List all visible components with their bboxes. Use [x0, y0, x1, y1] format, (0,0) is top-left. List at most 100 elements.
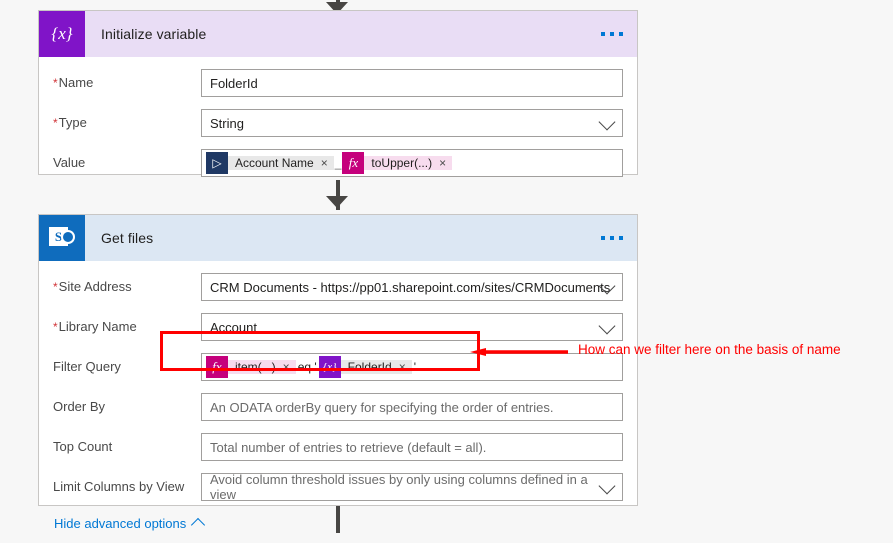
- field-label-limit-columns-by-view: Limit Columns by View: [53, 479, 201, 495]
- variable-braces-glyph: {x}: [322, 361, 337, 373]
- field-label-value: Value: [53, 155, 201, 171]
- field-row-limit-columns-by-view: Limit Columns by View Avoid column thres…: [53, 471, 623, 503]
- token-remove-icon[interactable]: ×: [321, 156, 328, 170]
- field-label-name: *Name: [53, 75, 201, 91]
- card-title-get-files: Get files: [101, 230, 154, 246]
- variable-braces-icon: {x}: [318, 356, 341, 378]
- input-variable-name-value: FolderId: [210, 75, 258, 91]
- menu-dot: [601, 32, 605, 36]
- input-order-by[interactable]: An ODATA orderBy query for specifying th…: [201, 393, 623, 421]
- card-menu-button-get-files[interactable]: [601, 236, 623, 240]
- menu-dot: [601, 236, 605, 240]
- flow-logo-icon: ▷: [206, 152, 228, 174]
- fx-icon: fx: [342, 152, 365, 174]
- field-label-type: *Type: [53, 115, 201, 131]
- sharepoint-icon-circle: [61, 230, 75, 244]
- field-label-text: Limit Columns by View: [53, 479, 185, 494]
- field-row-top-count: Top Count Total number of entries to ret…: [53, 431, 623, 463]
- token-folderid-variable[interactable]: {x} FolderId ×: [318, 356, 412, 378]
- token-remove-icon[interactable]: ×: [439, 156, 446, 170]
- sharepoint-icon: S: [39, 215, 85, 261]
- menu-dot: [610, 32, 614, 36]
- dropdown-variable-type-value: String: [210, 115, 244, 131]
- required-marker: *: [53, 320, 58, 334]
- input-top-count[interactable]: Total number of entries to retrieve (def…: [201, 433, 623, 461]
- required-marker: *: [53, 76, 58, 90]
- variable-braces-glyph: {x}: [51, 24, 73, 43]
- input-variable-name[interactable]: FolderId: [201, 69, 623, 97]
- field-row-filter-query: Filter Query fx item(...) × eq ' {x} Fol…: [53, 351, 623, 383]
- field-label-text: Value: [53, 155, 86, 170]
- fx-glyph: fx: [348, 155, 359, 170]
- field-label-text: Site Address: [58, 279, 132, 294]
- card-initialize-variable[interactable]: {x} Initialize variable *Name FolderId *…: [38, 10, 638, 177]
- hide-advanced-options-label: Hide advanced options: [54, 516, 187, 531]
- input-order-by-placeholder: An ODATA orderBy query for specifying th…: [210, 399, 554, 415]
- card-header-initialize-variable[interactable]: {x} Initialize variable: [39, 11, 637, 57]
- filter-query-closing-quote: ': [413, 360, 417, 374]
- dropdown-limit-columns-by-view[interactable]: Avoid column threshold issues by only us…: [201, 472, 623, 502]
- field-label-text: Filter Query: [53, 359, 121, 374]
- field-label-text: Type: [58, 115, 87, 130]
- token-folderid-label: FolderId: [347, 360, 392, 374]
- input-top-count-placeholder: Total number of entries to retrieve (def…: [210, 439, 487, 455]
- token-remove-icon[interactable]: ×: [399, 360, 406, 374]
- field-label-text: Order By: [53, 399, 106, 414]
- chevron-up-icon: [191, 517, 206, 533]
- field-row-order-by: Order By An ODATA orderBy query for spec…: [53, 391, 623, 423]
- fx-glyph: fx: [212, 359, 222, 374]
- token-toupper-expression[interactable]: fx toUpper(...) ×: [342, 152, 453, 174]
- annotation-text: How can we filter here on the basis of n…: [578, 342, 841, 357]
- field-label-filter-query: Filter Query: [53, 359, 201, 375]
- field-label-text: Top Count: [53, 439, 113, 454]
- field-row-site-address: *Site Address CRM Documents - https://pp…: [53, 271, 623, 303]
- token-remove-icon[interactable]: ×: [283, 360, 290, 374]
- field-row-library-name: *Library Name Account: [53, 311, 623, 343]
- token-account-name[interactable]: ▷ Account Name ×: [206, 152, 334, 174]
- field-label-site-address: *Site Address: [53, 279, 201, 295]
- card-header-get-files[interactable]: S Get files: [39, 215, 637, 261]
- menu-dot: [619, 236, 623, 240]
- sharepoint-icon-art: S: [49, 227, 75, 249]
- token-separator: _: [334, 156, 342, 170]
- input-variable-value[interactable]: ▷ Account Name × _ fx toUpper(...) ×: [201, 149, 623, 177]
- field-row-type: *Type String: [53, 107, 623, 139]
- field-label-order-by: Order By: [53, 399, 201, 415]
- token-item-expression[interactable]: fx item(...) ×: [206, 356, 296, 378]
- token-account-name-body: Account Name ×: [228, 156, 334, 170]
- dropdown-site-address[interactable]: CRM Documents - https://pp01.sharepoint.…: [201, 273, 623, 301]
- card-title-initialize-variable: Initialize variable: [101, 26, 207, 42]
- dropdown-site-address-value: CRM Documents - https://pp01.sharepoint.…: [210, 279, 611, 295]
- filter-query-operator: eq ': [297, 360, 317, 374]
- menu-dot: [610, 236, 614, 240]
- field-label-library-name: *Library Name: [53, 319, 201, 335]
- menu-dot: [619, 32, 623, 36]
- hide-advanced-options-link[interactable]: Hide advanced options: [54, 516, 206, 533]
- card-get-files[interactable]: S Get files *Site Address CRM Documents …: [38, 214, 638, 533]
- token-folderid-body: FolderId ×: [340, 360, 412, 374]
- flow-logo-glyph: ▷: [212, 156, 222, 170]
- field-row-name: *Name FolderId: [53, 67, 623, 99]
- dropdown-limit-columns-by-view-placeholder: Avoid column threshold issues by only us…: [210, 472, 588, 502]
- card-body-initialize-variable: *Name FolderId *Type String Value ▷ Acco…: [39, 57, 637, 199]
- token-item-body: item(...) ×: [228, 360, 296, 374]
- variable-braces-icon: {x}: [39, 11, 85, 57]
- chevron-down-icon[interactable]: [598, 317, 616, 335]
- token-toupper-body: toUpper(...) ×: [364, 156, 453, 170]
- field-label-text: Name: [58, 75, 94, 90]
- card-menu-button-initialize-variable[interactable]: [601, 32, 623, 36]
- dropdown-library-name[interactable]: Account: [201, 313, 623, 341]
- field-label-top-count: Top Count: [53, 439, 201, 455]
- input-filter-query[interactable]: fx item(...) × eq ' {x} FolderId × ': [201, 353, 623, 381]
- token-item-label: item(...): [235, 360, 276, 374]
- card-body-get-files: *Site Address CRM Documents - https://pp…: [39, 261, 637, 543]
- dropdown-library-name-value: Account: [210, 319, 257, 335]
- field-label-text: Library Name: [58, 319, 137, 334]
- dropdown-variable-type[interactable]: String: [201, 109, 623, 137]
- chevron-down-icon[interactable]: [598, 113, 616, 131]
- required-marker: *: [53, 116, 58, 130]
- required-marker: *: [53, 280, 58, 294]
- fx-icon: fx: [206, 356, 228, 378]
- token-toupper-label: toUpper(...): [371, 156, 433, 170]
- token-account-name-label: Account Name: [235, 156, 314, 170]
